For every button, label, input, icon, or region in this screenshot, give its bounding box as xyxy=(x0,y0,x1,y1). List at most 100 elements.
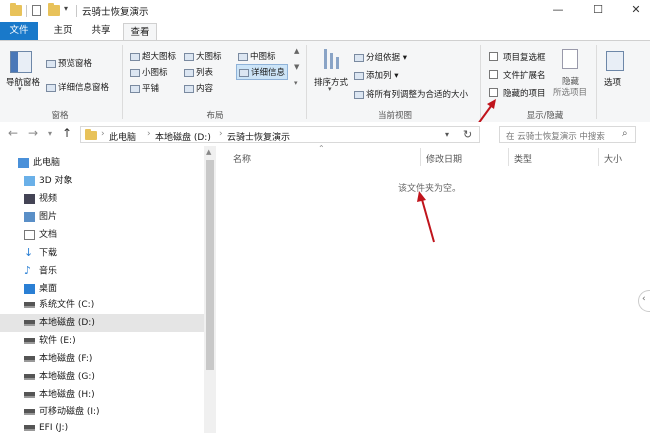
tree-item-downloads[interactable]: ↓ 下载 xyxy=(24,244,57,262)
tree-item-pictures[interactable]: 图片 xyxy=(24,208,57,226)
drive-icon xyxy=(24,319,35,326)
properties-icon[interactable] xyxy=(32,5,41,16)
column-type[interactable]: 类型 xyxy=(514,152,532,165)
computer-icon xyxy=(18,157,29,168)
tab-file[interactable]: 文件 xyxy=(0,22,38,40)
tree-item-drive-c[interactable]: 系统文件 (C:) xyxy=(24,296,94,314)
layout-large-icons[interactable]: 大图标 xyxy=(184,50,222,62)
tree-item-label: 下载 xyxy=(39,248,58,259)
extra-large-icons-icon xyxy=(130,52,140,61)
side-panel-toggle[interactable]: ‹ xyxy=(638,290,650,312)
tree-item-3d-objects[interactable]: 3D 对象 xyxy=(24,172,73,190)
tiles-icon xyxy=(130,84,140,93)
tree-item-drive-f[interactable]: 本地磁盘 (F:) xyxy=(24,350,92,368)
nav-pane-scrollbar[interactable]: ▲ xyxy=(204,146,216,433)
tree-item-music[interactable]: ♪ 音乐 xyxy=(24,262,57,280)
layout-item-label: 列表 xyxy=(196,68,214,78)
sort-dropdown-icon[interactable]: ▾ xyxy=(328,85,332,93)
preview-pane-label: 预览窗格 xyxy=(58,59,93,69)
tab-share[interactable]: 共享 xyxy=(86,22,116,40)
search-input[interactable]: 在 云骑士恢复演示 中搜索 xyxy=(506,130,605,142)
small-icons-icon xyxy=(130,68,140,77)
drive-icon xyxy=(24,301,35,308)
layout-details[interactable]: 详细信息 xyxy=(236,64,289,80)
tree-item-drive-d[interactable]: 本地磁盘 (D:) xyxy=(24,314,95,332)
tree-item-videos[interactable]: 视频 xyxy=(24,190,57,208)
layout-content[interactable]: 内容 xyxy=(184,82,213,94)
nav-pane-button[interactable]: 导航窗格 xyxy=(6,76,40,88)
column-size[interactable]: 大小 xyxy=(604,152,622,165)
layout-small-icons[interactable]: 小图标 xyxy=(130,66,168,78)
annotation-arrow-icon xyxy=(417,191,435,243)
add-column-button[interactable]: 添加列 ▾ xyxy=(354,69,398,81)
item-checkbox-label: 项目复选框 xyxy=(503,53,546,63)
item-checkbox-toggle[interactable] xyxy=(489,52,498,61)
drive-icon xyxy=(24,373,35,380)
sort-icon xyxy=(322,49,340,71)
layout-expand-icon[interactable]: ▾ xyxy=(294,79,298,87)
layout-scroll-up-icon[interactable]: ▲ xyxy=(294,47,299,55)
pane-group-label: 窗格 xyxy=(51,111,69,121)
search-box[interactable]: 在 云骑士恢复演示 中搜索 ⌕ xyxy=(499,126,636,143)
layout-tiles[interactable]: 平铺 xyxy=(130,82,159,94)
tree-item-label: EFI (J:) xyxy=(39,423,69,433)
picture-icon xyxy=(24,211,35,222)
tree-item-documents[interactable]: 文档 xyxy=(24,226,57,244)
back-arrow-icon[interactable]: ← xyxy=(8,126,18,140)
search-icon[interactable]: ⌕ xyxy=(622,128,628,139)
details-pane-icon xyxy=(46,83,56,92)
document-icon xyxy=(24,229,35,240)
preview-pane-button[interactable]: 预览窗格 xyxy=(46,57,92,69)
up-arrow-icon[interactable]: ↑ xyxy=(62,126,72,140)
tree-item-drive-e[interactable]: 软件 (E:) xyxy=(24,332,76,350)
breadcrumb-drive-d[interactable]: 本地磁盘 (D:) xyxy=(155,130,211,143)
fit-columns-button[interactable]: 将所有列调整为合适的大小 xyxy=(354,88,468,100)
layout-scroll-down-icon[interactable]: ▼ xyxy=(294,63,299,71)
group-by-button[interactable]: 分组依据 ▾ xyxy=(354,51,407,63)
maximize-button[interactable]: ☐ xyxy=(590,3,606,17)
hidden-items-toggle[interactable] xyxy=(489,88,498,97)
tree-item-drive-j[interactable]: EFI (J:) xyxy=(24,419,68,437)
tree-item-this-pc[interactable]: 此电脑 xyxy=(18,154,60,172)
column-name[interactable]: 名称 xyxy=(233,152,251,165)
quick-access-dropdown-icon[interactable]: ▾ xyxy=(64,4,68,13)
drive-icon xyxy=(24,337,35,344)
tree-item-label: 本地磁盘 (F:) xyxy=(39,354,93,364)
tree-item-label: 3D 对象 xyxy=(39,176,73,186)
recent-locations-icon[interactable]: ▾ xyxy=(48,129,52,138)
refresh-icon[interactable]: ↻ xyxy=(463,128,472,141)
title-bar: ▾ 云骑士恢复演示 — ☐ ✕ xyxy=(0,0,650,22)
details-icon xyxy=(239,68,249,77)
breadcrumb-current-folder[interactable]: 云骑士恢复演示 xyxy=(227,130,290,143)
breadcrumb-this-pc[interactable]: 此电脑 xyxy=(109,130,136,143)
options-button[interactable]: 选项 xyxy=(604,76,621,88)
file-extensions-toggle[interactable] xyxy=(489,70,498,79)
scroll-up-icon[interactable]: ▲ xyxy=(206,148,211,156)
minimize-button[interactable]: — xyxy=(550,3,566,17)
details-pane-button[interactable]: 详细信息窗格 xyxy=(46,81,109,93)
new-folder-icon[interactable] xyxy=(48,3,60,16)
tree-item-label: 文档 xyxy=(39,230,58,240)
address-bar[interactable]: › 此电脑 › 本地磁盘 (D:) › 云骑士恢复演示 ▾ ↻ xyxy=(80,126,480,143)
nav-pane-dropdown-icon[interactable]: ▾ xyxy=(18,85,22,93)
nav-pane-scroll-thumb[interactable] xyxy=(206,160,214,370)
close-button[interactable]: ✕ xyxy=(628,3,644,17)
tree-item-drive-h[interactable]: 本地磁盘 (H:) xyxy=(24,386,95,404)
list-icon xyxy=(184,68,194,77)
hide-selected-sublabel: 所选项目 xyxy=(553,88,588,98)
tab-view[interactable]: 查看 xyxy=(123,23,157,41)
layout-extra-large-icons[interactable]: 超大图标 xyxy=(130,50,176,62)
layout-list[interactable]: 列表 xyxy=(184,66,213,78)
file-extensions-label: 文件扩展名 xyxy=(503,71,546,81)
column-date-modified[interactable]: 修改日期 xyxy=(426,152,462,165)
tree-item-label: 视频 xyxy=(39,194,58,204)
address-dropdown-icon[interactable]: ▾ xyxy=(445,130,449,139)
tree-item-label: 音乐 xyxy=(39,266,58,277)
layout-medium-icons[interactable]: 中图标 xyxy=(238,50,276,62)
layout-item-label: 平铺 xyxy=(142,84,160,94)
tab-home[interactable]: 主页 xyxy=(48,22,78,40)
tree-item-drive-g[interactable]: 本地磁盘 (G:) xyxy=(24,368,95,386)
drive-icon xyxy=(24,355,35,362)
forward-arrow-icon[interactable]: → xyxy=(28,126,38,140)
tree-item-label: 软件 (E:) xyxy=(39,336,76,346)
